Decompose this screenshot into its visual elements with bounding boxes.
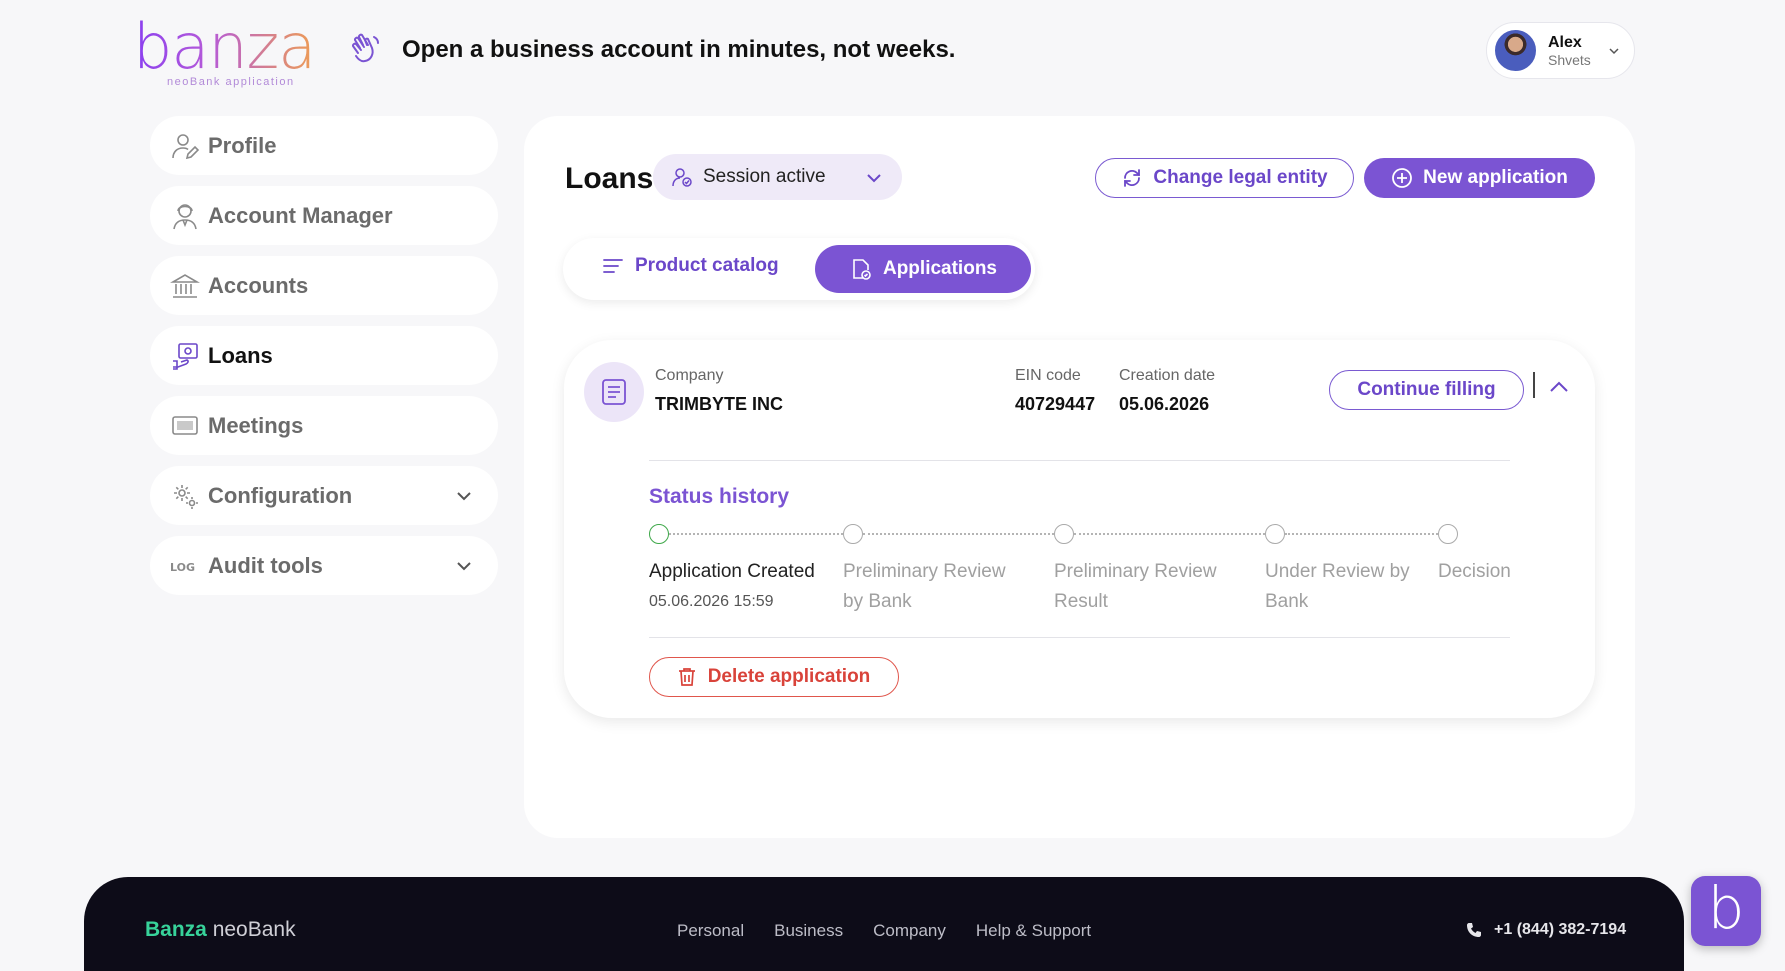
sidebar-item-audit-tools[interactable]: LOG Audit tools (150, 536, 498, 595)
timeline-connector (1285, 533, 1438, 535)
footer-brand-rest: neoBank (212, 918, 296, 941)
tab-product-catalog[interactable]: Product catalog (601, 254, 779, 278)
footer-phone[interactable]: +1 (844) 382-7194 (1466, 921, 1626, 939)
chevron-down-icon (457, 492, 471, 501)
footer: Banza neoBank Personal Business Company … (84, 877, 1684, 971)
company-label: Company (655, 367, 724, 384)
timeline-connector (863, 533, 1054, 535)
chevron-down-icon (457, 562, 471, 571)
timeline-connector (669, 533, 843, 535)
step-dot-preliminary-review (843, 524, 863, 544)
creation-date-value: 05.06.2026 (1119, 394, 1210, 414)
page-title: Loans (565, 162, 654, 195)
banza-logo[interactable]: banza neoBank application (133, 16, 323, 94)
footer-link-business[interactable]: Business (774, 921, 843, 941)
status-history-title: Status history (649, 485, 790, 508)
waving-hand-icon (352, 33, 379, 63)
sidebar-item-meetings[interactable]: Meetings (150, 396, 498, 455)
avatar (1493, 28, 1538, 73)
ein-label: EIN code (1015, 367, 1081, 384)
chevron-up-icon[interactable] (1548, 376, 1570, 398)
step-dot-application-created (649, 524, 669, 544)
footer-brand-bold: Banza (145, 918, 207, 941)
step-dot-decision (1438, 524, 1458, 544)
sidebar-item-label: Account Manager (208, 202, 393, 228)
sidebar-item-profile[interactable]: Profile (150, 116, 498, 175)
chat-button[interactable]: b (1691, 876, 1761, 946)
change-legal-entity-button[interactable]: Change legal entity (1095, 158, 1354, 198)
sidebar-item-label: Loans (208, 342, 273, 368)
step-label-application-created: Application Created (649, 561, 815, 582)
chat-glyph: b (1707, 874, 1745, 942)
step-label-decision: Decision (1438, 561, 1511, 582)
document-check-icon (853, 259, 871, 280)
timeline-connector (1074, 533, 1265, 535)
footer-brand[interactable]: Banza neoBank (145, 918, 296, 942)
phone-icon (1467, 923, 1481, 937)
ein-value: 40729447 (1015, 394, 1096, 414)
delete-application-label: Delete application (707, 666, 871, 687)
log-icon: LOG (170, 561, 195, 574)
step-label-preliminary-review: Preliminary Review by Bank (843, 561, 1006, 612)
header-tagline: Open a business account in minutes, not … (402, 36, 956, 63)
logo-wordmark: banza (133, 16, 323, 78)
delete-application-button[interactable]: Delete application (649, 657, 899, 697)
sidebar-item-label: Configuration (208, 482, 353, 508)
tabs: Product catalog Applications (563, 238, 1035, 300)
sidebar-item-label: Meetings (208, 412, 304, 438)
tab-label: Product catalog (635, 255, 779, 276)
phone-number: +1 (844) 382-7194 (1494, 921, 1627, 938)
user-last-name: Shvets (1548, 51, 1591, 68)
sidebar-item-configuration[interactable]: Configuration (150, 466, 498, 525)
divider (649, 637, 1510, 638)
step-label-preliminary-result: Preliminary Review Result (1054, 561, 1217, 612)
step-dot-preliminary-result (1054, 524, 1074, 544)
chevron-down-icon (1609, 47, 1619, 54)
refresh-icon (1124, 169, 1141, 187)
sidebar-item-account-manager[interactable]: Account Manager (150, 186, 498, 245)
step-timestamp: 05.06.2026 15:59 (649, 593, 774, 610)
chevron-down-icon (867, 174, 881, 183)
user-menu[interactable]: Alex Shvets (1486, 22, 1635, 79)
session-dropdown[interactable]: Session active (653, 154, 902, 200)
meetings-icon (172, 415, 198, 435)
continue-filling-button[interactable]: Continue filling (1329, 370, 1524, 410)
creation-date-label: Creation date (1119, 367, 1216, 384)
new-application-button[interactable]: New application (1364, 158, 1595, 198)
svg-text:LOG: LOG (170, 561, 195, 574)
footer-link-company[interactable]: Company (873, 921, 946, 941)
tab-label: Applications (882, 258, 997, 279)
tab-applications[interactable]: Applications (815, 245, 1031, 293)
status-timeline: Application Created 05.06.2026 15:59 Pre… (649, 524, 1519, 624)
step-label-under-review: Under Review by Bank (1265, 561, 1410, 612)
list-icon (603, 259, 623, 273)
company-value: TRIMBYTE INC (655, 394, 783, 414)
plus-circle-icon (1392, 168, 1413, 188)
sidebar-item-label: Profile (208, 132, 277, 158)
session-user-icon (672, 168, 692, 187)
application-card: Company TRIMBYTE INC EIN code 40729447 C… (564, 340, 1595, 718)
divider (1533, 372, 1535, 398)
sidebar-item-loans[interactable]: Loans (150, 326, 498, 385)
sidebar-item-accounts[interactable]: Accounts (150, 256, 498, 315)
manager-icon (173, 203, 197, 229)
footer-links: Personal Business Company Help & Support (677, 921, 1091, 941)
user-edit-icon (172, 133, 200, 159)
user-first-name: Alex (1548, 33, 1582, 51)
footer-link-personal[interactable]: Personal (677, 921, 744, 941)
trash-icon (678, 668, 695, 686)
new-application-label: New application (1423, 167, 1568, 188)
gear-icon (174, 484, 198, 509)
change-legal-entity-label: Change legal entity (1153, 167, 1328, 188)
step-dot-under-review (1265, 524, 1285, 544)
divider (649, 460, 1510, 461)
document-icon (584, 362, 644, 422)
sidebar-item-label: Accounts (208, 272, 309, 298)
session-label: Session active (703, 166, 826, 187)
loan-icon (173, 342, 198, 370)
bank-icon (170, 273, 200, 298)
sidebar-item-label: Audit tools (208, 552, 323, 578)
footer-link-help-support[interactable]: Help & Support (976, 921, 1091, 941)
